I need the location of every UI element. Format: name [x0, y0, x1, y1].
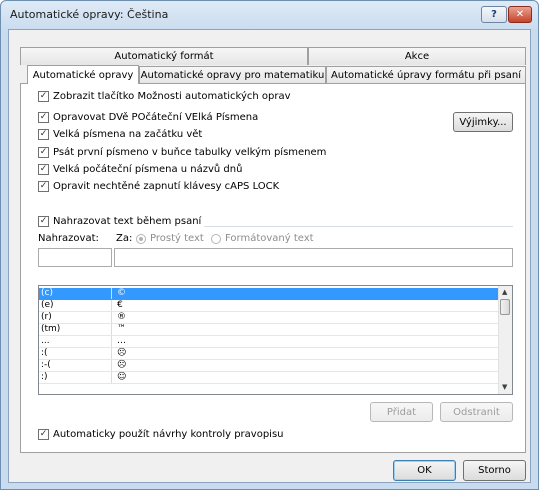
- row-to: ™: [117, 324, 126, 334]
- row-from: (tm): [41, 324, 112, 335]
- table-row[interactable]: :( ☹: [39, 348, 499, 360]
- check-icon: ✓: [38, 129, 49, 140]
- help-button[interactable]: ?: [481, 6, 507, 23]
- tab-label: Automatické opravy pro matematiku: [140, 69, 325, 81]
- capitalize-table-cells-checkbox[interactable]: ✓ Psát první písmeno v buňce tabulky velk…: [38, 147, 326, 158]
- table-row[interactable]: (e) €: [39, 300, 499, 312]
- row-from: ...: [41, 336, 112, 347]
- list-scrollbar[interactable]: ▲ ▼: [498, 286, 512, 394]
- help-icon: ?: [491, 9, 497, 20]
- checkbox-label: Opravovat DVě POčáteční VElká Písmena: [53, 112, 259, 123]
- row-from: (e): [41, 300, 112, 311]
- tab-label: Automatické úpravy formátu při psaní: [330, 69, 522, 81]
- plain-text-radio[interactable]: Prostý text: [136, 233, 204, 244]
- row-from: :(: [41, 348, 112, 359]
- spelling-suggestions-checkbox[interactable]: ✓ Automaticky použít návrhy kontroly prav…: [38, 429, 284, 440]
- ok-button[interactable]: OK: [393, 460, 456, 481]
- autocorrect-entries-list[interactable]: (c) © (e) € (r) ® (tm) ™ ... … :( ☹ :-( ☹ :) ☺ ▲…: [38, 285, 513, 395]
- check-icon: ✓: [38, 91, 49, 102]
- row-to: ®: [117, 312, 126, 322]
- tab-label: Automatický formát: [114, 51, 214, 62]
- tab-math-autocorrect[interactable]: Automatické opravy pro matematiku: [139, 66, 326, 83]
- row-from: (r): [41, 312, 112, 323]
- delete-button[interactable]: Odstranit: [440, 402, 513, 422]
- row-to: ☹: [117, 360, 127, 370]
- with-label: Za:: [116, 233, 133, 244]
- row-to: ©: [117, 288, 126, 298]
- row-to: €: [117, 300, 123, 310]
- row-to: ☺: [117, 372, 127, 382]
- tab-autocorrect[interactable]: Automatické opravy: [27, 65, 139, 84]
- table-row[interactable]: ... …: [39, 336, 499, 348]
- row-from: :): [41, 372, 112, 383]
- capitalize-sentences-checkbox[interactable]: ✓ Velká písmena na začátku vět: [38, 129, 202, 140]
- replace-label: Nahrazovat:: [38, 233, 99, 244]
- with-input[interactable]: [114, 248, 513, 267]
- capitalize-day-names-checkbox[interactable]: ✓ Velká počáteční písmena u názvů dnů: [38, 164, 242, 175]
- row-to: ☹: [117, 348, 127, 358]
- exceptions-button[interactable]: Výjimky...: [453, 112, 513, 132]
- replace-as-you-type-checkbox[interactable]: ✓ Nahrazovat text během psaní: [38, 216, 205, 227]
- checkbox-label: Nahrazovat text během psaní: [53, 216, 202, 227]
- checkbox-label: Zobrazit tlačítko Možnosti automatických…: [53, 91, 291, 102]
- check-icon: ✓: [38, 429, 49, 440]
- add-button[interactable]: Přidat: [370, 402, 433, 422]
- table-row[interactable]: (r) ®: [39, 312, 499, 324]
- check-icon: ✓: [38, 181, 49, 192]
- check-icon: ✓: [38, 216, 49, 227]
- radio-label: Formátovaný text: [225, 233, 314, 244]
- check-icon: ✓: [38, 112, 49, 123]
- check-icon: ✓: [38, 164, 49, 175]
- radio-icon: [136, 233, 146, 244]
- row-to: …: [117, 336, 126, 346]
- radio-icon: [211, 233, 221, 244]
- scroll-down-icon[interactable]: ▼: [502, 383, 507, 391]
- table-row[interactable]: :-( ☹: [39, 360, 499, 372]
- table-row[interactable]: (tm) ™: [39, 324, 499, 336]
- checkbox-label: Velká písmena na začátku vět: [53, 129, 203, 140]
- show-autocorrect-buttons-checkbox[interactable]: ✓ Zobrazit tlačítko Možnosti automatickýc…: [38, 91, 291, 102]
- checkbox-label: Velká počáteční písmena u názvů dnů: [53, 164, 243, 175]
- close-button[interactable]: ✕: [508, 6, 532, 23]
- table-row[interactable]: (c) ©: [39, 288, 499, 300]
- scroll-up-icon[interactable]: ▲: [502, 288, 507, 296]
- checkbox-label: Psát první písmeno v buňce tabulky velký…: [53, 147, 327, 158]
- two-initial-capitals-checkbox[interactable]: ✓ Opravovat DVě POčáteční VElká Písmena: [38, 112, 258, 123]
- row-from: :-(: [41, 360, 112, 371]
- checkbox-label: Automaticky použít návrhy kontroly pravo…: [53, 429, 284, 440]
- formatted-text-radio[interactable]: Formátovaný text: [211, 233, 314, 244]
- title-bar[interactable]: Automatické opravy: Čeština ? ✕: [1, 1, 538, 29]
- close-icon: ✕: [515, 9, 525, 20]
- replace-input[interactable]: [38, 248, 112, 267]
- caps-lock-checkbox[interactable]: ✓ Opravit nechtěné zapnutí klávesy cAPS L…: [38, 181, 279, 192]
- tab-actions[interactable]: Akce: [308, 47, 526, 65]
- check-icon: ✓: [38, 147, 49, 158]
- checkbox-label: Opravit nechtěné zapnutí klávesy cAPS LO…: [53, 181, 280, 192]
- window-title: Automatické opravy: Čeština: [10, 8, 169, 21]
- scroll-thumb[interactable]: [500, 299, 510, 315]
- table-row[interactable]: :) ☺: [39, 372, 499, 384]
- tab-label: Akce: [404, 51, 430, 62]
- cancel-button[interactable]: Storno: [463, 460, 526, 481]
- tab-label: Automatické opravy: [32, 69, 134, 81]
- tab-autoformat-as-you-type[interactable]: Automatické úpravy formátu při psaní: [326, 66, 526, 83]
- tab-autoformat[interactable]: Automatický formát: [20, 47, 308, 65]
- radio-label: Prostý text: [150, 233, 204, 244]
- row-from: (c): [41, 288, 112, 299]
